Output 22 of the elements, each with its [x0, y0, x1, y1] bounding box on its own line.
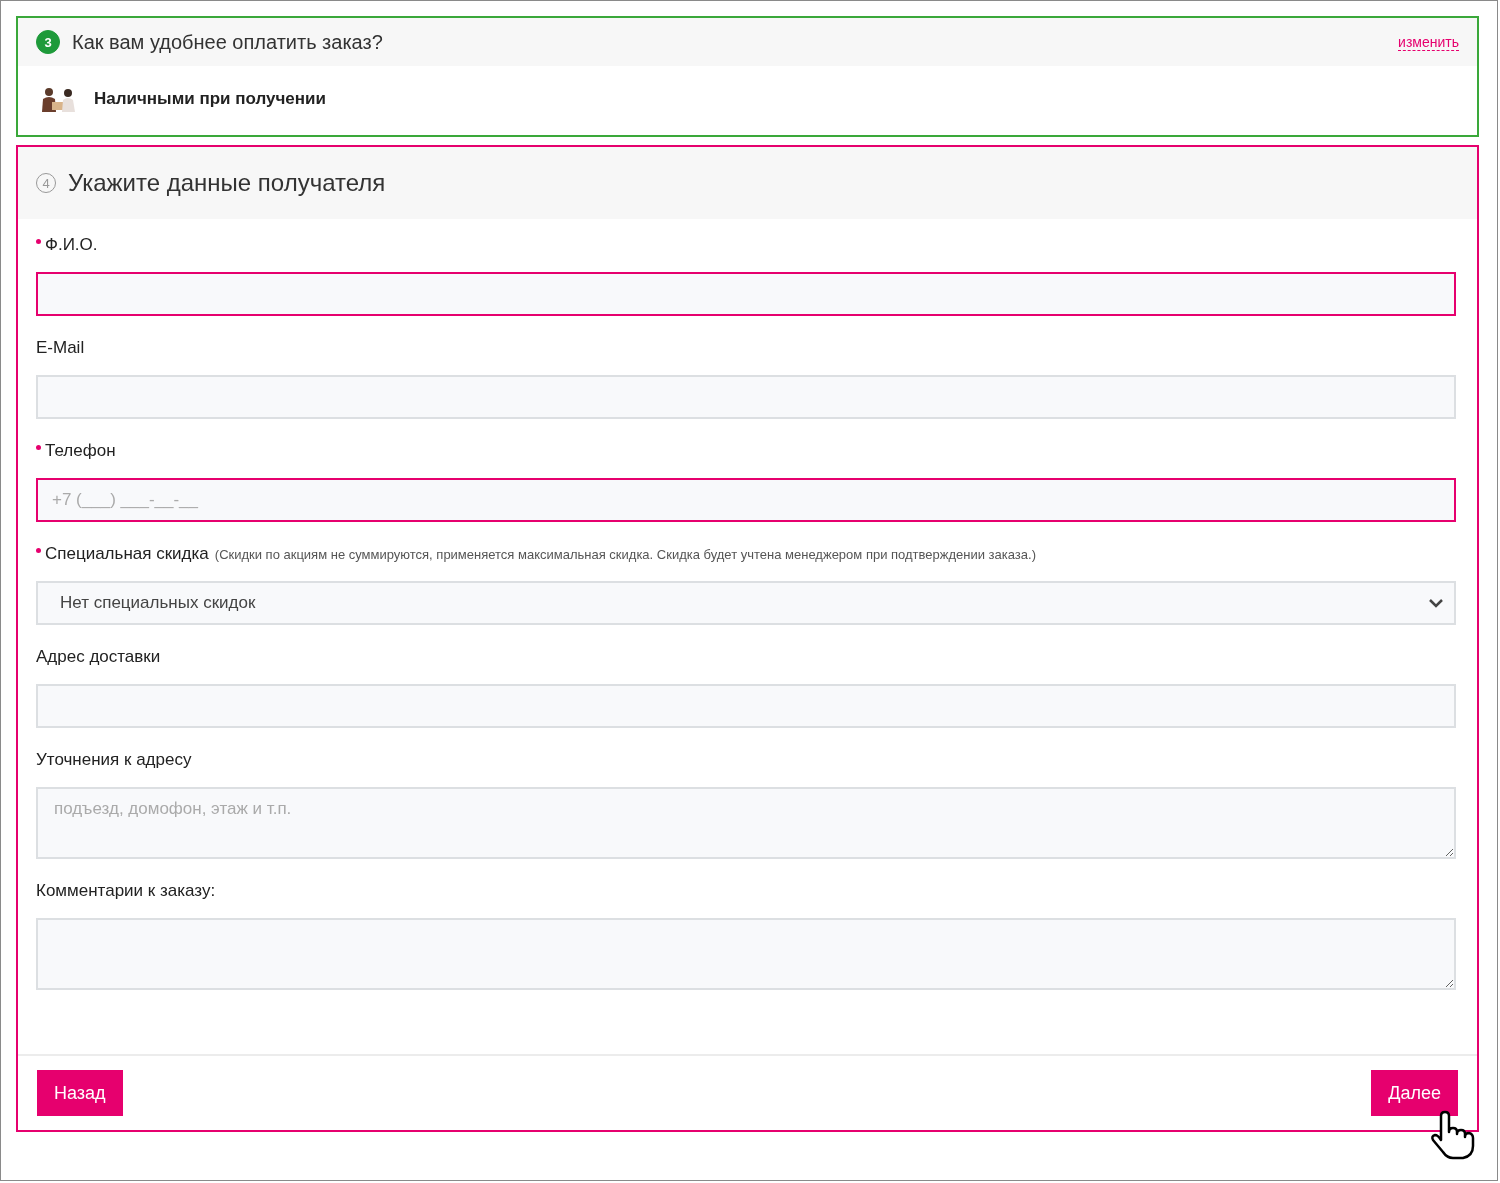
textarea-field[interactable]: подъезд, домофон, этаж и т.п. — [36, 787, 1456, 859]
section-title: Укажите данные получателя — [68, 169, 386, 197]
courier-icon — [40, 86, 76, 112]
field-label: Специальная скидка — [45, 544, 209, 564]
dropdown[interactable]: Нет специальных скидок — [36, 581, 1456, 625]
section-title: Как вам удобнее оплатить заказ? — [72, 30, 383, 54]
field-label: Ф.И.О. — [45, 235, 98, 255]
field-label: Телефон — [45, 441, 116, 461]
change-link[interactable]: изменить — [1398, 33, 1459, 51]
field-label: E-Mail — [36, 338, 85, 358]
field-hint: (Скидки по акциям не суммируются, применяется максимальная скидка. Скидка будет учтена менеджером при подтверждении заказа.) — [214, 547, 1036, 562]
input-field[interactable] — [36, 272, 1456, 316]
step-number-badge: 3 — [36, 30, 60, 54]
field-label: Уточнения к адресу — [36, 750, 192, 770]
field-label: Комментарии к заказу: — [36, 881, 216, 901]
input-field[interactable]: +7 (___) ___-__-__ — [36, 478, 1456, 522]
chevron-down-icon — [1428, 598, 1444, 608]
textarea-field[interactable] — [36, 918, 1456, 990]
back-button[interactable]: Назад — [37, 1070, 123, 1116]
next-button[interactable]: Далее — [1371, 1070, 1458, 1116]
payment-method: Наличными при получении — [94, 89, 326, 109]
field-label: Адрес доставки — [36, 647, 161, 667]
